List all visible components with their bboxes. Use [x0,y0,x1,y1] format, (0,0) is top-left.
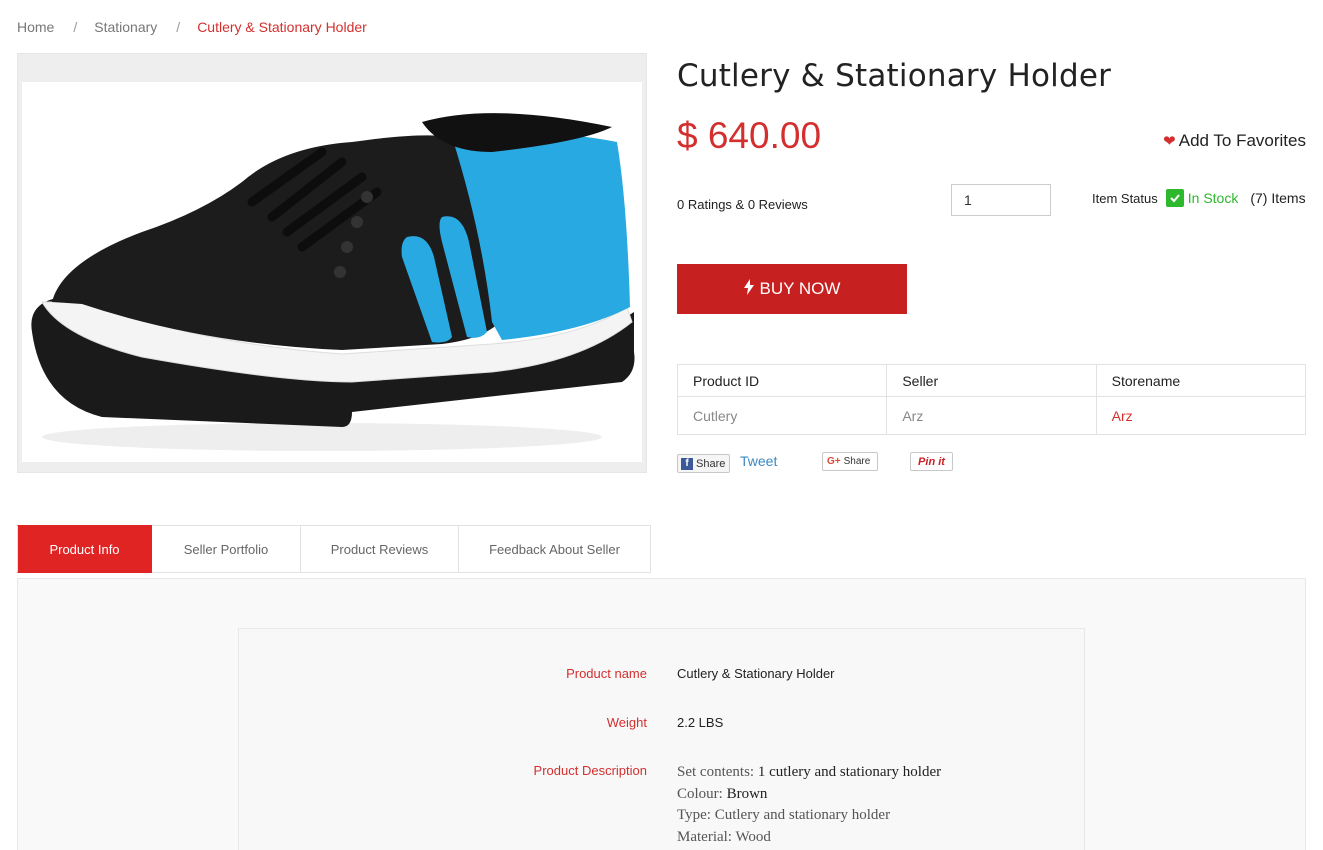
product-id-cell: Cutlery [676,396,888,435]
weight-value: 2.2 LBS [677,715,724,730]
table-header: Storename [1095,364,1307,397]
product-description-label: Product Description [533,763,647,778]
table-header-row: Product ID Seller Storename [676,364,1307,397]
description-value: Cutlery and stationary holder [714,807,891,823]
ratings-summary[interactable]: 0 Ratings & 0 Reviews [677,197,808,212]
product-image-frame [17,53,647,473]
sneaker-product-photo [31,113,635,451]
facebook-share-label: Share [696,457,726,470]
tab-panel-product-info: Product name Cutlery & Stationary Holder… [17,578,1306,850]
description-key: Material: [677,828,732,845]
breadcrumb-separator: / [73,19,78,35]
description-line: Set contents: 1 cutlery and stationary h… [677,762,941,784]
product-tabs: Product Info Seller Portfolio Product Re… [17,525,651,573]
stock-status: In Stock [1187,190,1239,206]
add-to-favorites-label: Add To Favorites [1178,131,1306,150]
tab-product-reviews[interactable]: Product Reviews [301,525,459,573]
description-line: Material: Wood [677,827,941,849]
table-header: Seller [886,364,1097,397]
breadcrumb-home-link[interactable]: Home [17,19,54,35]
product-price: $ 640.00 [677,115,822,156]
facebook-share-button[interactable]: f Share [677,454,730,473]
product-info-table: Product ID Seller Storename Cutlery Arz … [676,364,1307,435]
breadcrumb: Home / Stationary / Cutlery & Stationary… [17,19,367,35]
table-row: Cutlery Arz Arz [676,396,1307,435]
social-share-row: f Share Tweet G+ Share Pin it [677,451,977,473]
google-plus-share-button[interactable]: G+ Share [822,452,878,471]
breadcrumb-current: Cutlery & Stationary Holder [197,19,367,35]
heart-icon: ❤ [1163,133,1176,150]
add-to-favorites-button[interactable]: ❤ Add To Favorites [1163,131,1306,151]
seller-cell: Arz [886,396,1097,435]
product-image[interactable] [22,82,642,462]
product-name-label: Product name [566,666,647,681]
item-status: Item Status In Stock (7) Items [1092,189,1306,207]
product-title: Cutlery & Stationary Holder [677,58,1112,94]
quantity-input[interactable] [951,184,1051,216]
description-value: Brown [726,785,768,802]
check-icon [1165,189,1184,207]
breadcrumb-category-link[interactable]: Stationary [94,19,157,35]
description-value: 1 cutlery and stationary holder [757,764,942,780]
description-key: Set contents: [677,764,755,780]
description-key: Colour: [677,785,723,802]
tab-seller-portfolio[interactable]: Seller Portfolio [152,525,301,573]
google-plus-share-label: Share [843,456,871,467]
product-description: Set contents: 1 cutlery and stationary h… [677,762,941,848]
tab-product-info[interactable]: Product Info [17,525,152,573]
items-count: (7) Items [1250,190,1306,206]
breadcrumb-separator: / [176,19,181,35]
description-key: Type: [677,807,711,823]
tweet-link[interactable]: Tweet [740,453,777,469]
facebook-icon: f [681,457,693,470]
google-plus-icon: G+ [827,456,841,467]
buy-now-button[interactable]: BUY NOW [677,264,907,314]
table-header: Product ID [676,364,888,397]
buy-now-label: BUY NOW [759,279,841,298]
lightning-icon [743,278,754,300]
tab-feedback-about-seller[interactable]: Feedback About Seller [459,525,651,573]
description-value: Wood [735,828,771,845]
product-details: Product name Cutlery & Stationary Holder… [238,628,1085,850]
item-status-label: Item Status [1092,190,1158,206]
storename-link[interactable]: Arz [1112,408,1133,424]
description-line: Colour: Brown [677,784,941,806]
product-name-value: Cutlery & Stationary Holder [677,666,835,681]
description-line: Type: Cutlery and stationary holder [677,805,941,827]
pinterest-button[interactable]: Pin it [910,452,953,471]
weight-label: Weight [606,715,647,730]
